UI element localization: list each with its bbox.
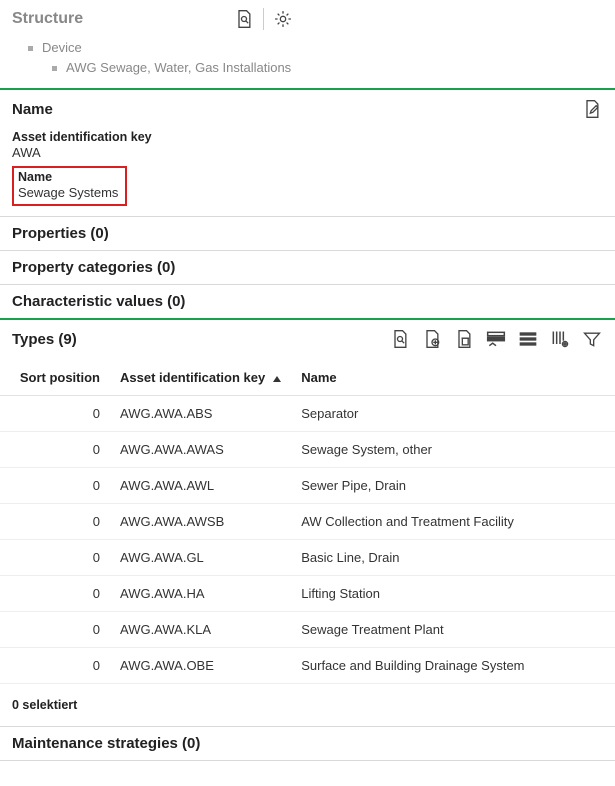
types-table: Sort position Asset identification key N…: [0, 362, 615, 684]
divider: [263, 8, 264, 30]
divider: [0, 760, 615, 761]
cell-name: Surface and Building Drainage System: [291, 648, 615, 684]
cell-name: Sewage Treatment Plant: [291, 612, 615, 648]
cell-sort: 0: [0, 468, 110, 504]
page-search-icon[interactable]: [389, 328, 411, 350]
cell-sort: 0: [0, 396, 110, 432]
cell-name: Basic Line, Drain: [291, 540, 615, 576]
col-name[interactable]: Name: [291, 362, 615, 396]
table-row[interactable]: 0AWG.AWA.KLASewage Treatment Plant: [0, 612, 615, 648]
name-details: Asset identification key AWA Name Sewage…: [0, 128, 615, 216]
cell-key: AWG.AWA.OBE: [110, 648, 291, 684]
cell-key: AWG.AWA.HA: [110, 576, 291, 612]
cell-sort: 0: [0, 612, 110, 648]
name-actions: [581, 98, 603, 120]
table-row[interactable]: 0AWG.AWA.AWLSewer Pipe, Drain: [0, 468, 615, 504]
tree-item-child[interactable]: AWG Sewage, Water, Gas Installations: [52, 58, 615, 78]
table-row[interactable]: 0AWG.AWA.OBESurface and Building Drainag…: [0, 648, 615, 684]
maintenance-strategies-section-header[interactable]: Maintenance strategies (0): [0, 727, 615, 760]
col-sort-position[interactable]: Sort position: [0, 362, 110, 396]
cell-key: AWG.AWA.ABS: [110, 396, 291, 432]
cell-name: Separator: [291, 396, 615, 432]
filter-icon[interactable]: [581, 328, 603, 350]
cell-key: AWG.AWA.AWL: [110, 468, 291, 504]
structure-header: Structure: [0, 0, 615, 36]
name-field-value: Sewage Systems: [18, 185, 121, 200]
columns-settings-icon[interactable]: [549, 328, 571, 350]
tree-item-label: AWG Sewage, Water, Gas Installations: [66, 60, 291, 75]
structure-tree: Device AWG Sewage, Water, Gas Installati…: [0, 36, 615, 88]
asset-key-label: Asset identification key: [12, 130, 603, 144]
cell-sort: 0: [0, 540, 110, 576]
types-heading: Types (9): [12, 331, 77, 348]
types-actions: [389, 328, 603, 350]
types-section-header: Types (9): [0, 320, 615, 358]
characteristic-values-section-header[interactable]: Characteristic values (0): [0, 285, 615, 318]
table-header-row: Sort position Asset identification key N…: [0, 362, 615, 396]
properties-section-header[interactable]: Properties (0): [0, 217, 615, 250]
characteristic-values-heading: Characteristic values (0): [12, 293, 185, 310]
structure-actions: [233, 8, 294, 30]
tree-item-label: Device: [42, 40, 82, 55]
col-asset-key[interactable]: Asset identification key: [110, 362, 291, 396]
cell-key: AWG.AWA.GL: [110, 540, 291, 576]
settings-gear-icon[interactable]: [272, 8, 294, 30]
selection-status: 0 selektiert: [0, 684, 615, 726]
page-search-icon[interactable]: [233, 8, 255, 30]
page-add-icon[interactable]: [421, 328, 443, 350]
cell-name: Sewer Pipe, Drain: [291, 468, 615, 504]
cell-sort: 0: [0, 504, 110, 540]
property-categories-heading: Property categories (0): [12, 259, 175, 276]
cell-sort: 0: [0, 648, 110, 684]
structure-title: Structure: [12, 10, 83, 28]
name-section-header: Name: [0, 90, 615, 128]
cell-sort: 0: [0, 576, 110, 612]
maintenance-strategies-heading: Maintenance strategies (0): [12, 735, 200, 752]
name-heading: Name: [12, 101, 53, 118]
name-field-label: Name: [18, 170, 121, 184]
property-categories-section-header[interactable]: Property categories (0): [0, 251, 615, 284]
asset-key-value: AWA: [12, 145, 603, 160]
table-row[interactable]: 0AWG.AWA.AWSBAW Collection and Treatment…: [0, 504, 615, 540]
cell-name: Lifting Station: [291, 576, 615, 612]
list-rows-icon[interactable]: [517, 328, 539, 350]
tree-item-root[interactable]: Device: [28, 38, 615, 58]
cell-name: Sewage System, other: [291, 432, 615, 468]
select-all-icon[interactable]: [485, 328, 507, 350]
table-row[interactable]: 0AWG.AWA.HALifting Station: [0, 576, 615, 612]
table-row[interactable]: 0AWG.AWA.AWASSewage System, other: [0, 432, 615, 468]
table-row[interactable]: 0AWG.AWA.GLBasic Line, Drain: [0, 540, 615, 576]
cell-key: AWG.AWA.AWSB: [110, 504, 291, 540]
name-highlight-box: Name Sewage Systems: [12, 166, 127, 206]
edit-page-icon[interactable]: [581, 98, 603, 120]
properties-heading: Properties (0): [12, 225, 109, 242]
sort-ascending-icon: [273, 376, 281, 382]
table-row[interactable]: 0AWG.AWA.ABSSeparator: [0, 396, 615, 432]
cell-key: AWG.AWA.AWAS: [110, 432, 291, 468]
cell-sort: 0: [0, 432, 110, 468]
page-delete-icon[interactable]: [453, 328, 475, 350]
cell-name: AW Collection and Treatment Facility: [291, 504, 615, 540]
cell-key: AWG.AWA.KLA: [110, 612, 291, 648]
